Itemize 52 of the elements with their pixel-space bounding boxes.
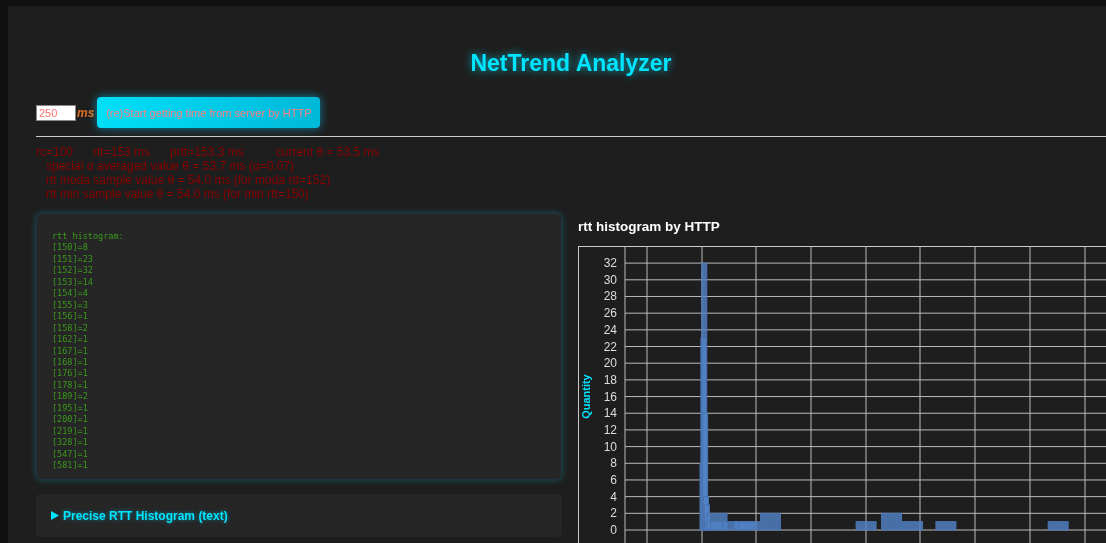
axis-tick-label: 32 (603, 256, 617, 271)
unit-label: ms (77, 105, 95, 120)
histogram-line: [156]=1 (52, 311, 88, 323)
histogram-line: [150]=8 (52, 242, 88, 254)
histogram-line: [178]=1 (52, 379, 88, 392)
axis-tick-label: 18 (603, 372, 617, 387)
stat-text: rc=100 (36, 145, 74, 159)
stat-text: rtt=153 ms (93, 145, 151, 159)
details-toggle[interactable]: Precise RTT Histogram (text) (50, 508, 228, 523)
stat-text: rtt min sample value θ = 54.0 ms (for min rtt=150) (46, 187, 309, 201)
axis-tick-label: 14 (603, 406, 617, 421)
axis-tick-label: 6 (610, 472, 617, 487)
axis-tick-label: 2 (610, 506, 617, 521)
histogram-line: [168]=1 (52, 357, 88, 369)
axis-tick-label: 12 (603, 422, 617, 437)
axis-tick-label: 20 (603, 356, 617, 371)
histogram-line: [155]=3 (52, 299, 88, 312)
axis-tick-label: 4 (610, 489, 617, 504)
chart-title: rtt histogram by HTTP (578, 219, 720, 234)
axis-tick-label: 10 (603, 439, 617, 454)
stat-text: current θ = 53.5 ms (275, 145, 380, 159)
axis-tick-label: 22 (603, 339, 617, 354)
axis-tick-label: 28 (603, 289, 617, 304)
axis-tick-label: 30 (603, 272, 617, 287)
histogram-line: [152]=32 (52, 265, 93, 277)
axis-tick-label: 0 (610, 523, 617, 537)
histogram-line: [151]=23 (52, 253, 93, 266)
histogram-line: [195]=1 (52, 402, 88, 415)
histogram-line: [200]=1 (52, 414, 88, 426)
histogram-line: [162]=1 (52, 334, 88, 346)
axis-tick-label: 16 (603, 389, 617, 404)
histogram-line: [581]=1 (52, 460, 88, 472)
axis-tick-label: 24 (603, 322, 617, 337)
stat-text: special α averaged value θ = 53.7 ms (α=0.07) (46, 159, 294, 173)
axis-title: Quantity (580, 374, 592, 419)
disclosure-triangle-icon (50, 511, 59, 520)
histogram-line: [547]=1 (52, 448, 88, 461)
histogram-line: [167]=1 (52, 345, 88, 357)
axis-tick-label: 26 (603, 306, 617, 321)
axis-tick-label: 8 (610, 456, 617, 471)
stat-text: prtt=153.3 ms (170, 145, 244, 159)
histogram-line: [328]=1 (52, 437, 88, 449)
app-title: NetTrend Analyzer (470, 50, 672, 77)
histogram-line: [219]=1 (52, 425, 88, 438)
histogram-line: [158]=2 (52, 322, 88, 335)
histogram-line: [189]=2 (52, 391, 88, 403)
histogram-line: [153]=14 (52, 276, 93, 289)
stat-text: rtt moda sample value θ = 54.0 ms (for moda rtt=152) (46, 173, 331, 187)
interval-field[interactable]: 250 (36, 104, 76, 121)
histogram-line: [176]=1 (52, 368, 88, 380)
histogram-heading: rtt histogram: (52, 231, 124, 243)
histogram-line: [154]=4 (52, 288, 88, 300)
